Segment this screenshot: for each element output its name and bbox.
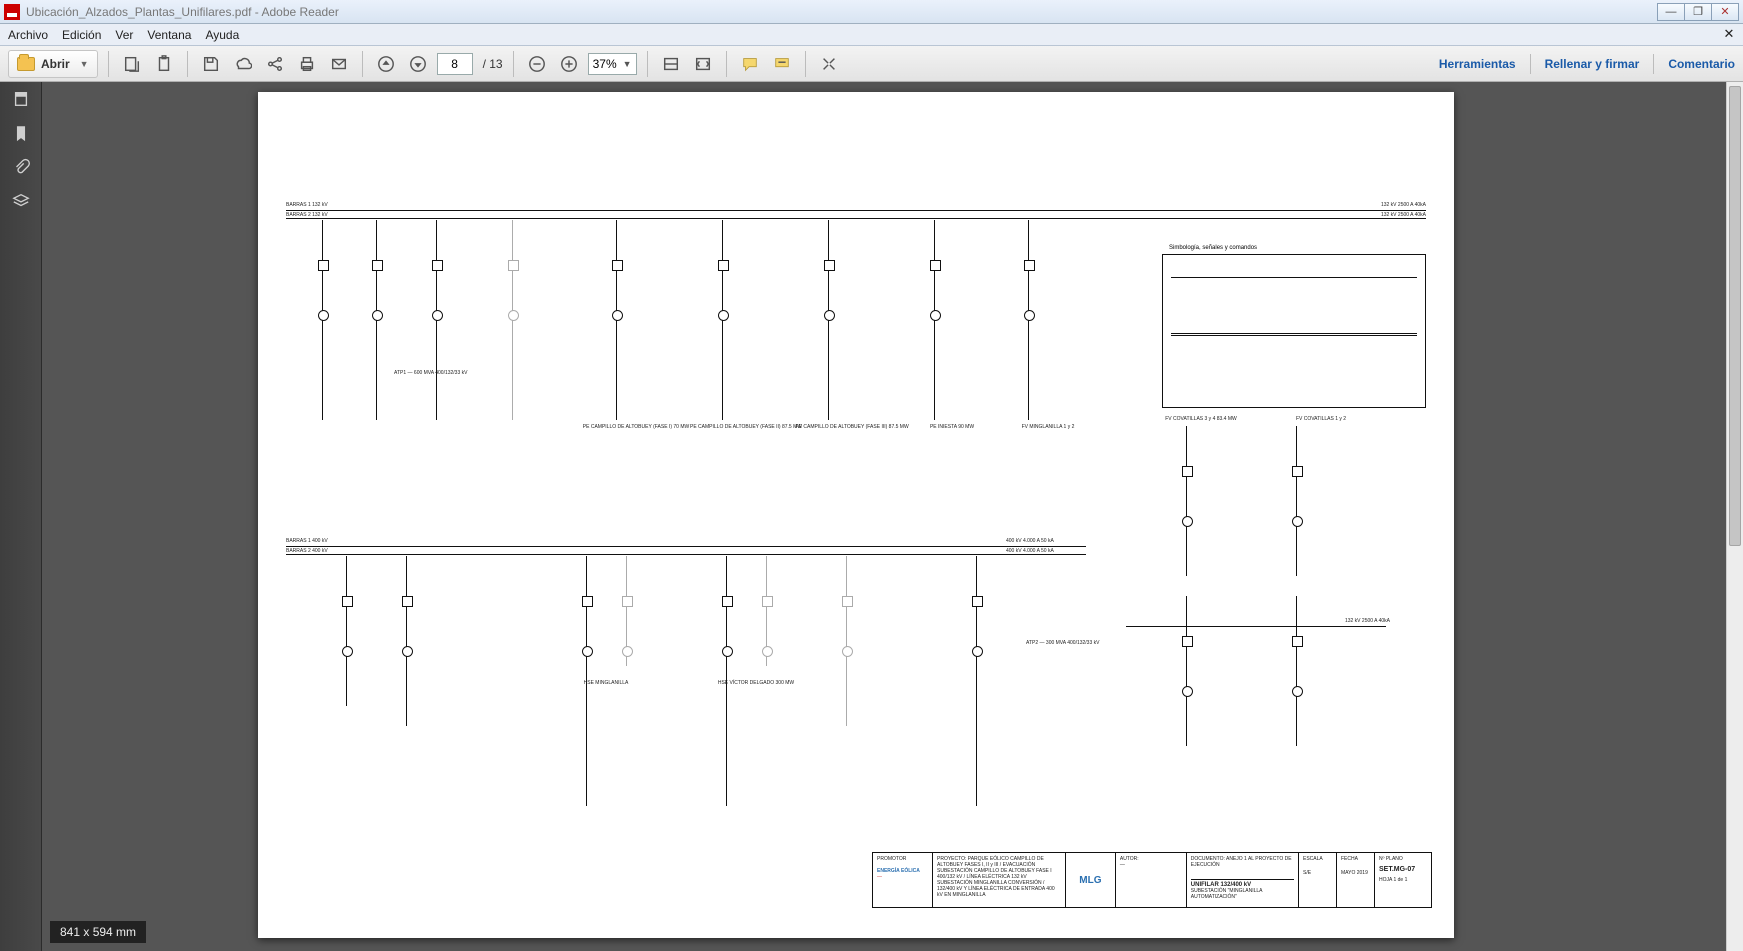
comment-panel-button[interactable]: Comentario — [1668, 57, 1735, 71]
folder-icon — [17, 57, 35, 71]
tb-scale-label: ESCALA — [1303, 856, 1332, 862]
chevron-down-icon: ▼ — [80, 59, 89, 69]
bus-rating: 132 kV 2500 A 40kA — [1345, 618, 1390, 624]
open-button[interactable]: Abrir ▼ — [8, 50, 98, 78]
tb-promoter-label: PROMOTOR — [877, 856, 928, 862]
attachment-icon[interactable] — [10, 156, 32, 178]
app-icon — [4, 4, 20, 20]
pdf-page: BARRAS 1 132 kV BARRAS 2 132 kV 132 kV 2… — [258, 92, 1454, 938]
read-mode-button[interactable] — [816, 51, 842, 77]
toolbar: Abrir ▼ / 13 37% ▼ Herramientas Rellenar… — [0, 46, 1743, 82]
menubar: Archivo Edición Ver Ventana Ayuda ✕ — [0, 24, 1743, 46]
feeder-label: PE CAMPILLO DE ALTOBUEY (FASE II) 87.5 M… — [686, 424, 806, 430]
feeder-label: FV COVATILLAS 3 y 4 83.4 MW — [1146, 416, 1256, 422]
tb-date: MAYO 2019 — [1341, 870, 1370, 876]
thumbnails-icon[interactable] — [10, 88, 32, 110]
zoom-in-button[interactable] — [556, 51, 582, 77]
layers-icon[interactable] — [10, 190, 32, 212]
drawing-title-block: PROMOTOR ENERGÍA EÓLICA — PROYECTO: PARQ… — [872, 852, 1432, 908]
tb-sheet: SET.MG-07 — [1379, 866, 1427, 873]
email-button[interactable] — [326, 51, 352, 77]
zoom-value: 37% — [593, 57, 617, 71]
legend-title: Simbología, señales y comandos — [1169, 245, 1257, 251]
save-cloud-button[interactable] — [230, 51, 256, 77]
zoom-select[interactable]: 37% ▼ — [588, 53, 637, 75]
save-button[interactable] — [198, 51, 224, 77]
bus-rating: 132 kV 2500 A 40kA — [1381, 202, 1426, 208]
tb-promoter2: — — [877, 874, 928, 880]
trafo-label: ATP1 — 600 MVA 400/132/33 kV — [394, 370, 484, 376]
tb-author: — — [1120, 862, 1182, 868]
feeder-label: PE CAMPILLO DE ALTOBUEY (FASE I) 70 MW — [576, 424, 696, 430]
window-restore-button[interactable]: ❐ — [1684, 3, 1712, 21]
bookmark-icon[interactable] — [10, 122, 32, 144]
menu-view[interactable]: Ver — [115, 28, 133, 42]
menu-file[interactable]: Archivo — [8, 28, 48, 42]
feeder-label: FV COVATILLAS 1 y 2 — [1266, 416, 1376, 422]
bus-rating: 400 kV 4.000 A 50 kA — [1006, 538, 1054, 544]
trafo-label: ATP2 — 300 MVA 400/132/33 kV — [1026, 640, 1126, 646]
chevron-down-icon: ▼ — [623, 59, 632, 69]
tb-logo: MLG — [1079, 875, 1101, 886]
tb-date-label: FECHA — [1341, 856, 1370, 862]
tb-page: HOJA 1 de 1 — [1379, 877, 1427, 883]
feeder-label: HSE MINGLANILLA — [556, 680, 656, 686]
page-dimensions-tooltip: 841 x 594 mm — [50, 921, 146, 943]
window-minimize-button[interactable]: — — [1657, 3, 1685, 21]
scrollbar-thumb[interactable] — [1729, 86, 1741, 546]
legend-box: Simbología, señales y comandos — [1162, 254, 1426, 408]
navigation-panel — [0, 82, 42, 951]
create-pdf-button[interactable] — [119, 51, 145, 77]
document-viewport[interactable]: BARRAS 1 132 kV BARRAS 2 132 kV 132 kV 2… — [42, 82, 1743, 951]
tb-sheet-label: Nº PLANO — [1379, 856, 1427, 862]
close-document-button[interactable]: ✕ — [1721, 26, 1737, 42]
page-number-input[interactable] — [437, 53, 473, 75]
open-label: Abrir — [41, 57, 70, 71]
print-button[interactable] — [294, 51, 320, 77]
status-dimensions: 841 x 594 mm — [60, 925, 136, 939]
window-titlebar: Ubicación_Alzados_Plantas_Unifilares.pdf… — [0, 0, 1743, 24]
tools-panel-button[interactable]: Herramientas — [1439, 57, 1516, 71]
share-button[interactable] — [262, 51, 288, 77]
menu-edit[interactable]: Edición — [62, 28, 101, 42]
comment-button[interactable] — [737, 51, 763, 77]
fill-sign-panel-button[interactable]: Rellenar y firmar — [1545, 57, 1640, 71]
bus-label: BARRAS 1 132 kV — [286, 202, 328, 208]
bus-label: BARRAS 1 400 kV — [286, 538, 328, 544]
vertical-scrollbar[interactable] — [1726, 82, 1743, 951]
feeder-label: FV MINGLANILLA 1 y 2 — [998, 424, 1098, 430]
fit-width-button[interactable] — [658, 51, 684, 77]
window-title: Ubicación_Alzados_Plantas_Unifilares.pdf… — [26, 5, 1658, 19]
feeder-label: PE CAMPILLO DE ALTOBUEY (FASE III) 87.5 … — [792, 424, 912, 430]
fit-page-button[interactable] — [690, 51, 716, 77]
page-total-label: / 13 — [483, 57, 503, 71]
zoom-out-button[interactable] — [524, 51, 550, 77]
tb-drawing-sub: SUBESTACIÓN "MINGLANILLA AUTOMATIZACIÓN" — [1191, 888, 1294, 900]
feeder-label: PE INIESTA 90 MW — [902, 424, 1002, 430]
menu-window[interactable]: Ventana — [147, 28, 191, 42]
page-up-button[interactable] — [373, 51, 399, 77]
clipboard-button[interactable] — [151, 51, 177, 77]
feeder-label: HSE VÍCTOR DELGADO 300 MW — [696, 680, 816, 686]
menu-help[interactable]: Ayuda — [205, 28, 239, 42]
highlight-button[interactable] — [769, 51, 795, 77]
page-down-button[interactable] — [405, 51, 431, 77]
tb-project: PROYECTO: PARQUE EÓLICO CAMPILLO DE ALTO… — [933, 853, 1066, 907]
tb-scale: S/E — [1303, 870, 1332, 876]
window-close-button[interactable]: ✕ — [1711, 3, 1739, 21]
